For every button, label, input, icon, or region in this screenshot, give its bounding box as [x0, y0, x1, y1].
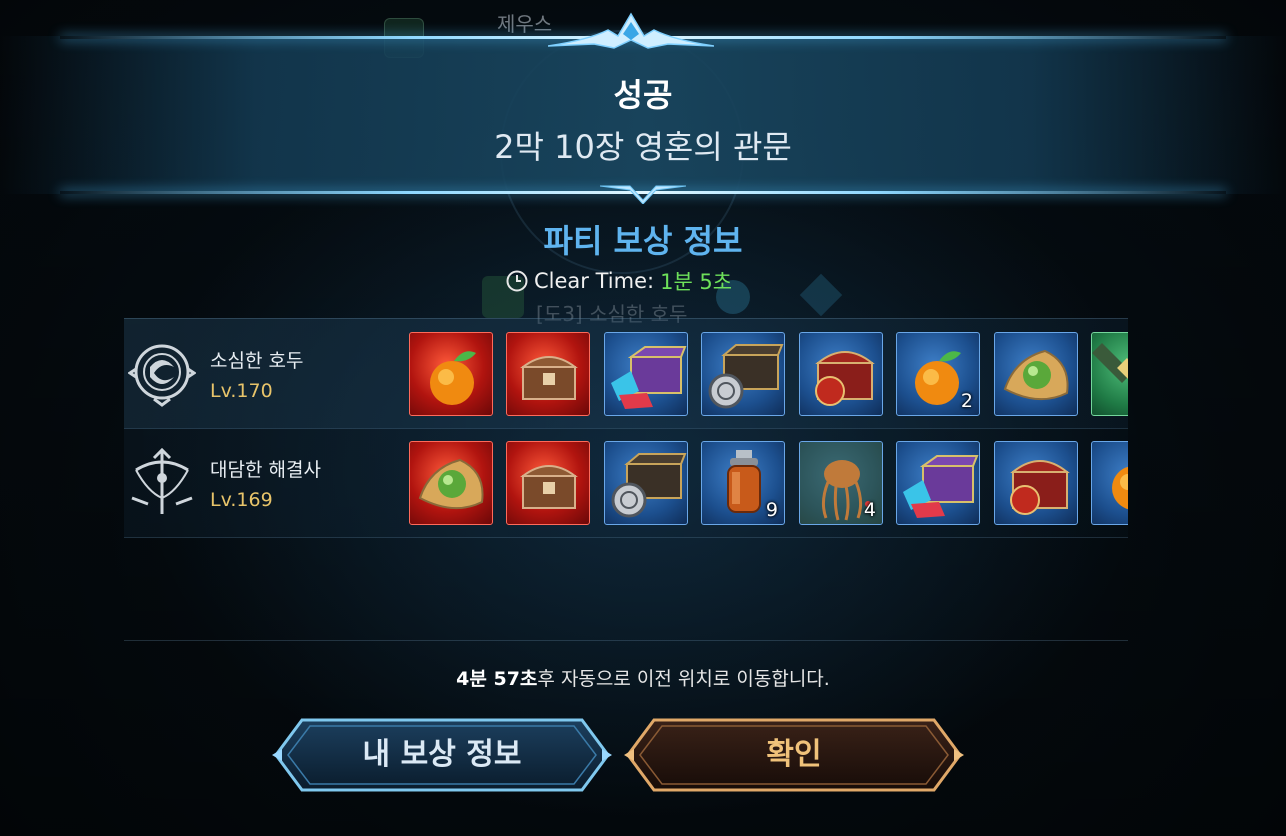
item-count: 4	[863, 499, 876, 521]
banner-bottom-ornament-icon	[600, 185, 686, 204]
banner-crown-ornament-icon	[548, 12, 714, 49]
my-rewards-button-label: 내 보상 정보	[362, 737, 522, 772]
reward-item-slot[interactable]	[1091, 332, 1128, 416]
crossbow-emblem-icon	[131, 448, 193, 514]
reward-item-slot[interactable]: 9	[701, 441, 785, 525]
reward-item-slot[interactable]: 2	[896, 332, 980, 416]
orange-fruit-icon	[1112, 466, 1128, 510]
item-count: 9	[765, 499, 778, 521]
reward-item-slot[interactable]	[994, 332, 1078, 416]
party-reward-title: 파티 보상 정보	[543, 222, 743, 260]
reward-items: 2	[409, 332, 1128, 418]
player-level: Lv.170	[210, 380, 273, 402]
green-scroll-icon	[1092, 343, 1128, 383]
green-orb-pouch-icon	[418, 458, 484, 510]
countdown-timer: 4분 57초	[456, 668, 538, 690]
clear-time-value: 1분 5초	[660, 270, 733, 294]
reward-item-slot[interactable]	[604, 332, 688, 416]
purple-gem-chest-icon	[903, 455, 979, 518]
silver-coin-chest-icon	[611, 453, 687, 518]
player-name: 대담한 해결사	[210, 459, 321, 481]
reward-item-slot[interactable]	[994, 441, 1078, 525]
reward-item-slot[interactable]	[799, 332, 883, 416]
green-orb-pouch-icon	[1003, 349, 1069, 401]
wooden-chest-icon	[520, 356, 578, 400]
confirm-button[interactable]: 확인	[624, 716, 964, 794]
player-name: 소심한 호두	[210, 350, 304, 372]
purple-gem-chest-icon	[611, 346, 687, 409]
notice-text: 후 자동으로 이전 위치로 이동합니다.	[537, 668, 830, 690]
my-rewards-button[interactable]: 내 보상 정보	[272, 716, 612, 794]
red-treasure-chest-icon	[815, 351, 875, 406]
reward-list: 소심한 호두 Lv.170 2 대담한 해결사 Lv.169 9 4	[124, 318, 1128, 538]
reward-item-slot[interactable]	[701, 332, 785, 416]
player-level: Lv.169	[210, 489, 273, 511]
player-row: 소심한 호두 Lv.170 2	[124, 318, 1128, 429]
clear-time-label: Clear Time:	[534, 269, 655, 293]
reward-item-slot[interactable]	[409, 441, 493, 525]
player-row: 대담한 해결사 Lv.169 9 4	[124, 428, 1128, 538]
sorcerer-emblem-icon	[128, 344, 196, 407]
clock-icon	[506, 270, 528, 292]
reward-item-slot[interactable]	[604, 441, 688, 525]
red-treasure-chest-icon	[1010, 460, 1070, 515]
silver-coin-chest-icon	[708, 344, 784, 409]
reward-item-slot[interactable]	[409, 332, 493, 416]
orange-fruit-icon	[430, 351, 476, 405]
item-count: 2	[960, 390, 973, 412]
footer-divider	[124, 640, 1128, 641]
confirm-button-label: 확인	[766, 737, 822, 772]
reward-item-slot[interactable]	[506, 441, 590, 525]
clear-time: Clear Time: 1분 5초	[506, 266, 732, 296]
reward-item-slot[interactable]	[506, 332, 590, 416]
reward-item-slot[interactable]	[896, 441, 980, 525]
reward-item-slot[interactable]: 4	[799, 441, 883, 525]
reward-item-slot[interactable]	[1091, 441, 1128, 525]
reward-items: 9 4	[409, 441, 1128, 527]
stage-name: 2막 10장 영혼의 관문	[494, 128, 792, 166]
auto-return-notice: 4분 57초후 자동으로 이전 위치로 이동합니다.	[0, 664, 1286, 691]
result-title: 성공	[613, 76, 673, 114]
background-player-name: 제우스	[497, 12, 553, 36]
wooden-chest-icon	[520, 465, 578, 509]
